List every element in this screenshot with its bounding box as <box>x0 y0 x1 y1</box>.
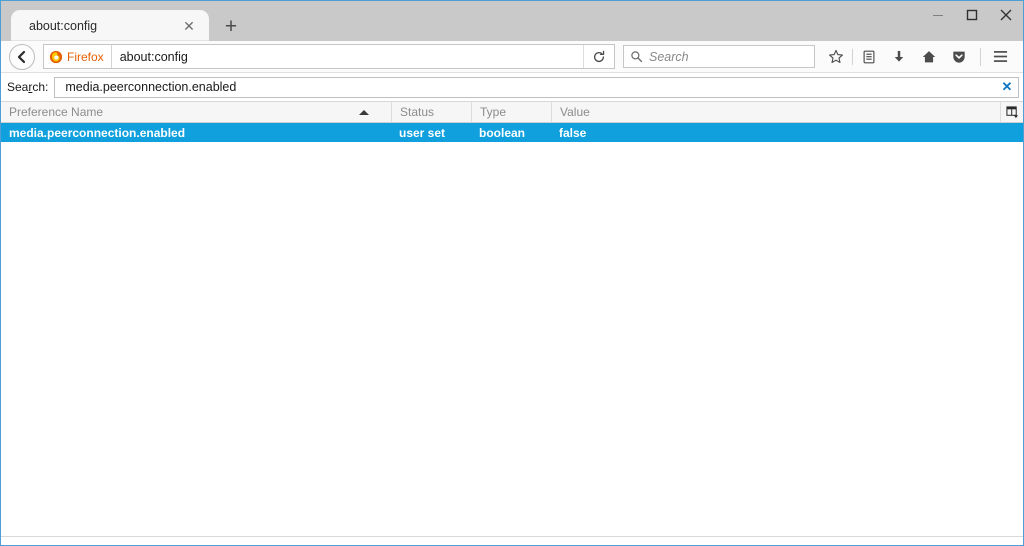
tab-list: about:config ✕ + <box>11 10 245 41</box>
home-icon <box>922 50 936 62</box>
identity-box[interactable]: Firefox <box>44 45 112 68</box>
minimize-icon <box>933 15 943 16</box>
column-header-label: Preference Name <box>9 105 104 119</box>
column-header-status[interactable]: Status <box>391 102 471 122</box>
column-header-preference-name[interactable]: Preference Name <box>1 102 391 122</box>
about-config-page: Search: media.peerconnection.enabled ✕ P… <box>1 73 1023 545</box>
reload-icon <box>593 50 605 62</box>
close-button[interactable] <box>989 1 1023 29</box>
url-text[interactable]: about:config <box>112 50 583 64</box>
reader-list-icon <box>863 50 875 63</box>
firefox-logo-icon <box>49 50 63 63</box>
downloads-button[interactable] <box>884 44 914 70</box>
home-button[interactable] <box>914 44 944 70</box>
hamburger-menu-icon <box>993 51 1007 62</box>
bookmark-star-icon <box>829 49 843 63</box>
back-button[interactable] <box>9 43 35 70</box>
filter-label-before: Sea <box>7 80 29 94</box>
pocket-button[interactable] <box>944 44 974 70</box>
column-header-type[interactable]: Type <box>471 102 551 122</box>
column-picker-icon <box>1005 105 1018 118</box>
cell-type: boolean <box>479 125 526 140</box>
navigation-toolbar: Firefox about:config Search <box>1 41 1023 73</box>
toolbar-separator <box>852 48 853 65</box>
url-bar[interactable]: Firefox about:config <box>43 44 615 69</box>
hamburger-menu-button[interactable] <box>985 44 1015 70</box>
tab-label: about:config <box>29 18 98 33</box>
preference-filter-row: Search: media.peerconnection.enabled ✕ <box>1 73 1023 101</box>
sort-ascending-icon <box>359 110 369 115</box>
filter-label-after: ch: <box>32 80 49 94</box>
close-icon <box>1000 9 1012 21</box>
table-row[interactable]: media.peerconnection.enabled user set bo… <box>1 123 1023 142</box>
minimize-button[interactable] <box>921 1 955 29</box>
downloads-icon <box>894 50 904 62</box>
column-picker-button[interactable] <box>1000 102 1023 122</box>
cell-status: user set <box>399 125 446 140</box>
bookmark-star-button[interactable] <box>821 44 851 70</box>
pocket-icon <box>953 51 965 63</box>
tab-close-icon[interactable]: ✕ <box>181 18 197 34</box>
column-header-label: Value <box>560 105 590 119</box>
browser-tab[interactable]: about:config ✕ <box>11 10 209 41</box>
toolbar-separator <box>980 47 981 66</box>
preference-table-body[interactable]: media.peerconnection.enabled user set bo… <box>1 123 1023 536</box>
status-bar <box>1 536 1023 545</box>
toolbar-icon-group <box>821 44 1015 70</box>
search-bar[interactable]: Search <box>623 45 815 68</box>
back-arrow-icon <box>17 50 26 63</box>
browser-window: about:config ✕ + Firefox about:config Se… <box>0 0 1024 546</box>
window-controls <box>921 1 1023 29</box>
cell-preference-name: media.peerconnection.enabled <box>9 125 186 140</box>
column-header-label: Status <box>400 105 435 119</box>
maximize-icon <box>966 9 978 21</box>
reader-list-button[interactable] <box>854 44 884 70</box>
filter-input-wrapper[interactable]: media.peerconnection.enabled ✕ <box>54 76 1019 98</box>
column-header-value[interactable]: Value <box>551 102 1000 122</box>
clear-filter-button[interactable]: ✕ <box>996 79 1018 95</box>
cell-value: false <box>559 125 587 140</box>
filter-label: Search: <box>7 80 48 94</box>
tab-strip: about:config ✕ + <box>1 1 1023 41</box>
new-tab-button[interactable]: + <box>217 13 245 41</box>
maximize-button[interactable] <box>955 1 989 29</box>
preference-table-header: Preference Name Status Type Value <box>1 101 1023 123</box>
filter-input[interactable]: media.peerconnection.enabled <box>55 80 996 94</box>
search-input[interactable]: Search <box>649 50 689 64</box>
search-icon <box>631 51 643 63</box>
reload-button[interactable] <box>583 45 614 68</box>
identity-label: Firefox <box>67 49 104 64</box>
column-header-label: Type <box>480 105 507 119</box>
